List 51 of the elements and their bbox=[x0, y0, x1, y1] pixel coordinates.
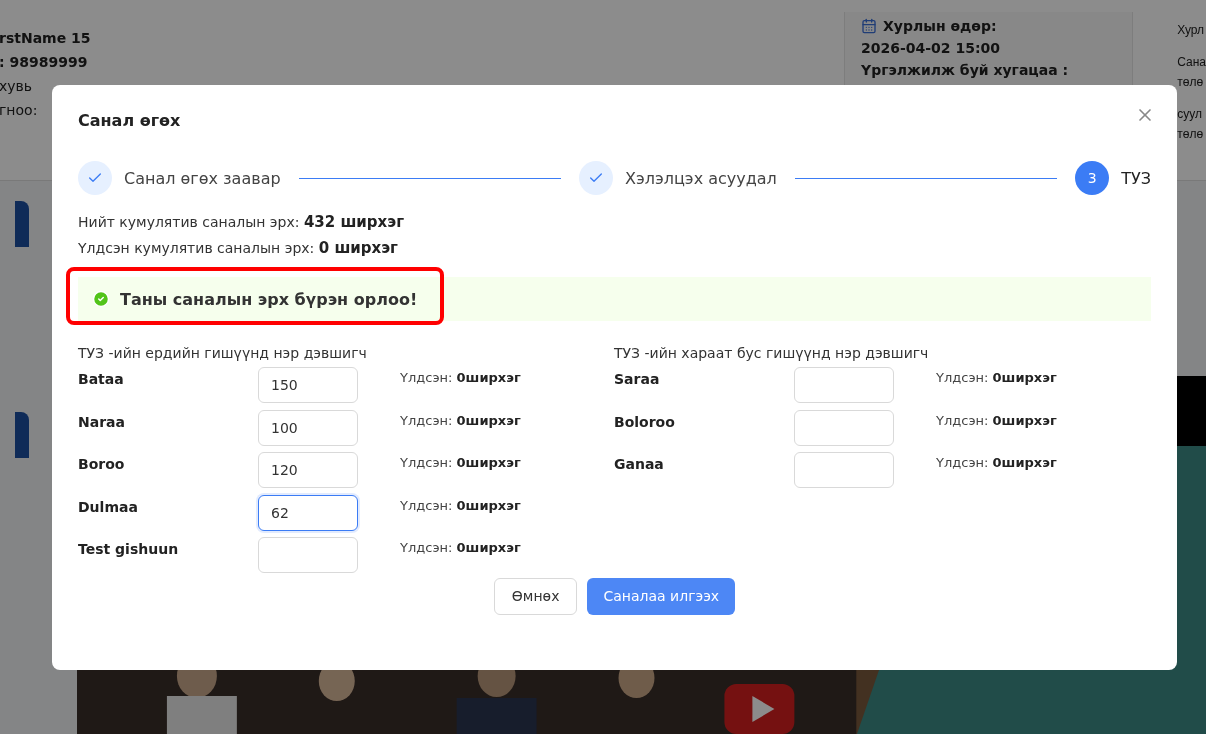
duration-label: Үргэлжилж буй хугацаа : bbox=[861, 62, 1070, 78]
back-button[interactable]: Өмнөх bbox=[493, 577, 578, 615]
candidate-name: Boloroo bbox=[614, 412, 676, 430]
remaining-text: Үлдсэн: 0ширхэг bbox=[400, 496, 522, 513]
vote-input[interactable] bbox=[794, 409, 894, 446]
vote-total: Үлдсэн кумулятив саналын эрх: 0 ширхэг bbox=[78, 239, 399, 257]
remaining-text: Үлдсэн: 0ширхэг bbox=[400, 411, 522, 428]
vote-input[interactable]: 62 bbox=[258, 494, 358, 531]
side-tab[interactable] bbox=[15, 412, 29, 458]
vote-total: Нийт кумулятив саналын эрх: 432 ширхэг bbox=[78, 213, 405, 231]
vote-input[interactable]: 100 bbox=[258, 409, 358, 446]
remaining-text: Үлдсэн: 0ширхэг bbox=[936, 411, 1058, 428]
calendar-icon bbox=[861, 18, 878, 34]
remaining-text: Үлдсэн: 0ширхэг bbox=[936, 454, 1058, 470]
vote-input[interactable] bbox=[258, 537, 358, 573]
vote-input[interactable]: 150 bbox=[258, 367, 358, 403]
info-text: төлө bbox=[1177, 126, 1205, 143]
info-text: төлө bbox=[1177, 74, 1205, 91]
candidate-name: Test gishuun bbox=[78, 540, 180, 557]
step-label: ТУЗ bbox=[1121, 168, 1151, 188]
remaining-text: Үлдсэн: 0ширхэг bbox=[400, 454, 522, 470]
step-label: Хэлэлцэх асуудал bbox=[625, 168, 777, 188]
step-number: 3 bbox=[1075, 161, 1110, 195]
alert-text: Таны саналын эрх бүрэн орлоо! bbox=[120, 289, 418, 309]
side-tab[interactable] bbox=[15, 201, 29, 247]
dialog-title: Санал өгөх bbox=[78, 110, 181, 132]
group-title: ТУЗ -ийн ердийн гишүүнд нэр дэвшигч bbox=[78, 345, 368, 361]
candidate-name: Saraa bbox=[614, 370, 661, 387]
meeting-date: 2026-04-02 15:00 bbox=[861, 40, 1002, 56]
candidate-name: Bataa bbox=[78, 370, 125, 387]
candidate-name: Naraa bbox=[78, 412, 126, 430]
remaining-text: Үлдсэн: 0ширхэг bbox=[400, 539, 522, 555]
success-icon bbox=[92, 290, 110, 308]
vote-input[interactable] bbox=[794, 452, 894, 488]
vote-input[interactable]: 120 bbox=[258, 452, 358, 488]
group-title: ТУЗ -ийн хараат бус гишүүнд нэр дэвшигч bbox=[614, 345, 930, 361]
info-text: Сана bbox=[1177, 54, 1206, 71]
remaining-text: Үлдсэн: 0ширхэг bbox=[400, 369, 522, 385]
step-label: Санал өгөх заавар bbox=[124, 168, 281, 188]
meeting-date-label: Хурлын өдөр: bbox=[883, 18, 997, 34]
profile-text: rstName 15 bbox=[0, 30, 92, 46]
info-text: суул bbox=[1177, 106, 1203, 123]
profile-text: гноо: bbox=[0, 102, 39, 118]
candidate-name: Dulmaa bbox=[78, 497, 139, 515]
vote-input[interactable] bbox=[794, 367, 894, 403]
candidate-name: Boroo bbox=[78, 455, 126, 472]
candidate-name: Ganaa bbox=[614, 455, 665, 472]
remaining-text: Үлдсэн: 0ширхэг bbox=[936, 369, 1058, 385]
info-text: Хурл bbox=[1177, 22, 1206, 39]
profile-text: хувь bbox=[0, 78, 34, 94]
profile-text: : 98989999 bbox=[0, 54, 89, 70]
